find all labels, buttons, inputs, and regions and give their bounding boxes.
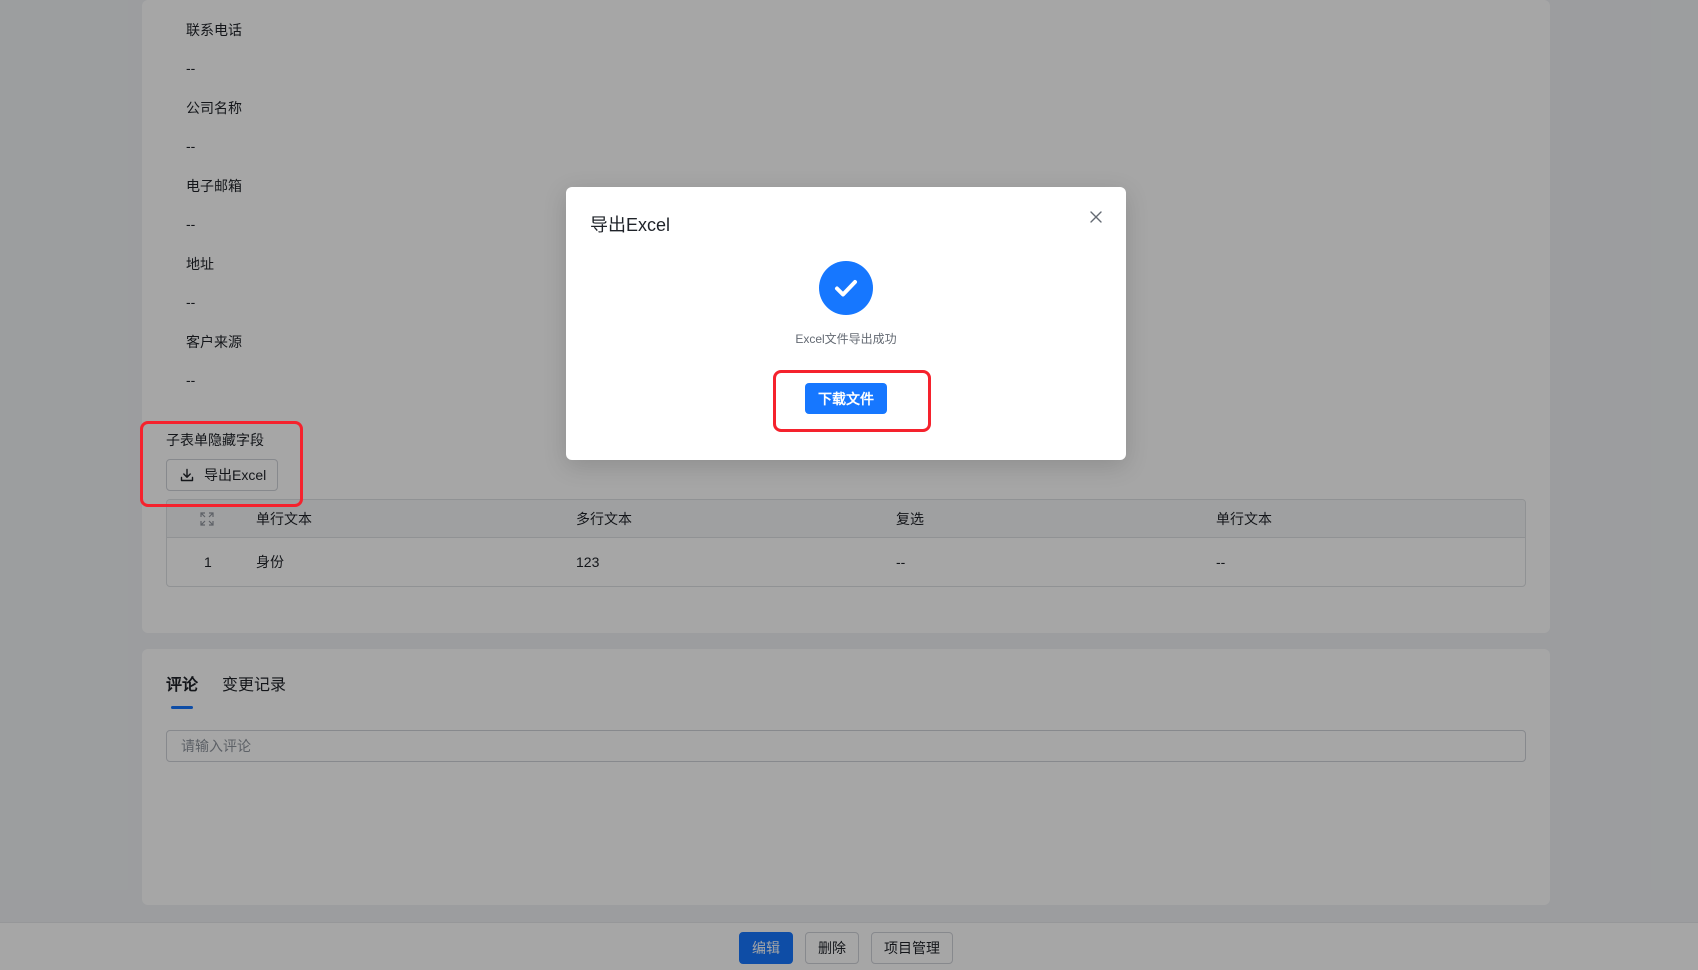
export-excel-dialog: 导出Excel Excel文件导出成功 下载文件 bbox=[566, 187, 1126, 460]
dialog-title: 导出Excel bbox=[590, 215, 671, 235]
success-message: Excel文件导出成功 bbox=[795, 332, 897, 346]
success-check-icon bbox=[819, 261, 873, 315]
close-icon[interactable] bbox=[1088, 209, 1104, 225]
download-file-button[interactable]: 下载文件 bbox=[805, 383, 887, 414]
modal-mask[interactable] bbox=[0, 0, 1698, 970]
